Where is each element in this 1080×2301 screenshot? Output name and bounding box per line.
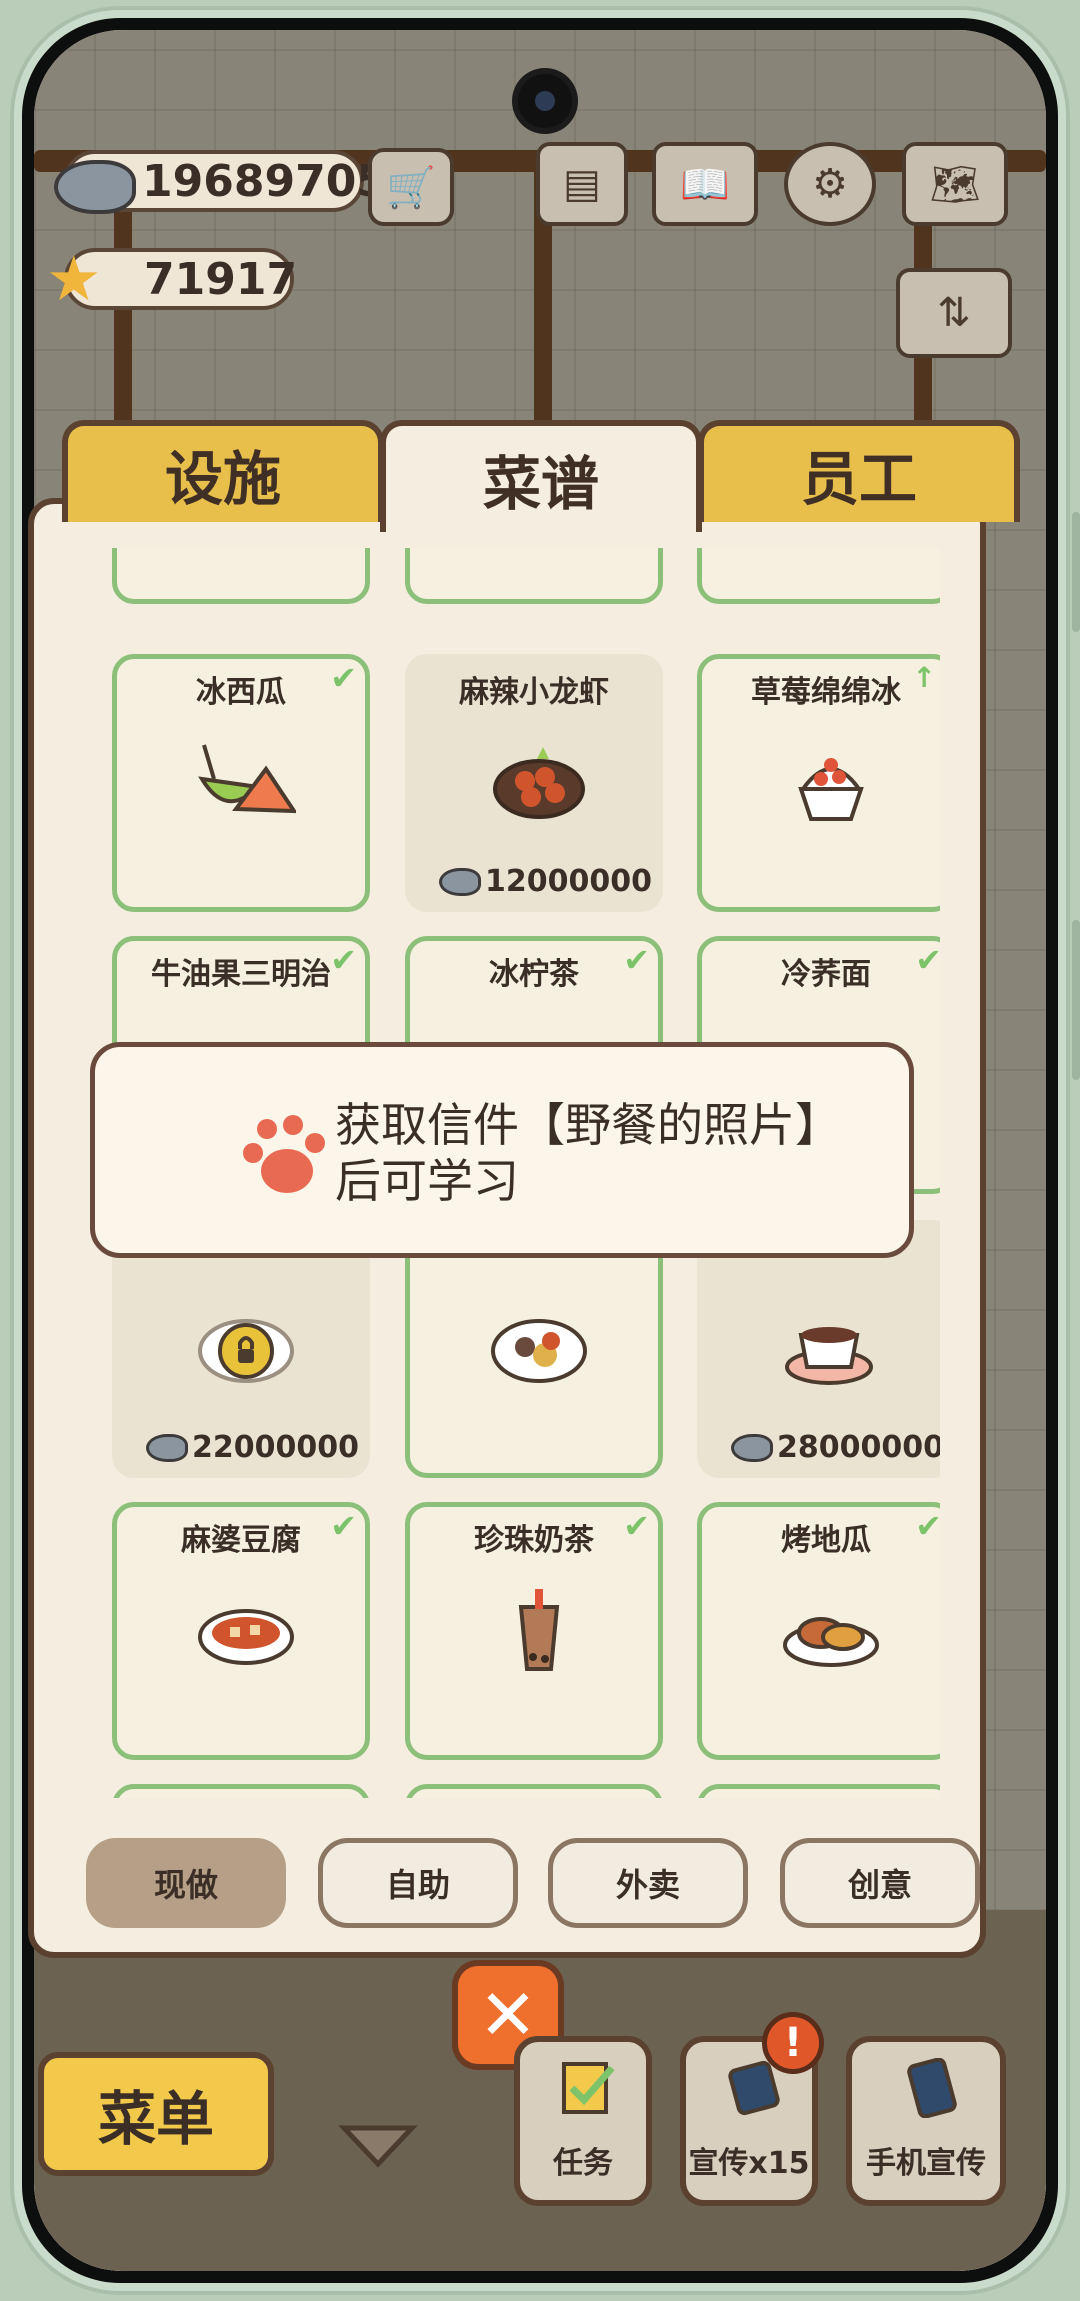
category-self-service[interactable]: 自助 [318, 1838, 518, 1928]
checklist-icon [562, 2062, 615, 2114]
recipe-name: 麻婆豆腐 [181, 1523, 301, 1558]
recipe-card-ice-watermelon[interactable]: 冰西瓜 ✔ [112, 654, 370, 912]
recipe-card-crayfish[interactable]: 麻辣小龙虾 12000000 [405, 654, 663, 912]
category-takeout[interactable]: 外卖 [548, 1838, 748, 1928]
recipe-name: 冰西瓜 [196, 675, 286, 710]
recipe-card-strawberry-ice[interactable]: 草莓绵绵冰 ↑ [697, 654, 940, 912]
recipe-name: 麻辣小龙虾 [459, 675, 609, 710]
side-button [1072, 512, 1080, 632]
recipe-card[interactable] [405, 1784, 663, 1798]
learned-check-icon: ✔ [330, 659, 357, 697]
recipe-name: 烤地瓜 [781, 1523, 871, 1558]
phone-icon [907, 2058, 957, 2118]
menu-button[interactable]: 菜单 [38, 2052, 274, 2176]
fish-icon [439, 867, 481, 896]
recipe-price: 22000000 [146, 1430, 359, 1465]
front-camera [518, 74, 572, 128]
fish-icon [54, 160, 136, 214]
recipe-card[interactable] [697, 1784, 940, 1798]
shop-cart-icon[interactable]: 🛒 [368, 148, 454, 226]
recipe-card[interactable] [697, 548, 940, 604]
learned-check-icon: ✔ [915, 1507, 940, 1545]
bubble-tea-icon [518, 1589, 560, 1671]
recipe-card-locked[interactable]: 22000000 [112, 1220, 370, 1478]
recipe-card[interactable] [112, 1784, 370, 1798]
fish-icon [146, 1433, 188, 1462]
plate-dish-icon [491, 1319, 587, 1383]
newspaper-icon[interactable]: ▤ [536, 142, 628, 226]
gear-icon[interactable]: ⚙ [784, 142, 876, 226]
fish-currency-value: 19689705 [142, 155, 387, 207]
alert-badge: ! [762, 2012, 824, 2074]
upgrade-arrow-icon: ↑ [912, 661, 936, 694]
recipe-name: 冷荞面 [781, 957, 871, 992]
mapo-tofu-icon [198, 1609, 294, 1665]
recipe-card[interactable] [405, 1220, 663, 1478]
recipe-name: 冰柠茶 [489, 957, 579, 992]
star-icon: ★ [46, 242, 102, 315]
chevron-down-icon[interactable] [338, 2120, 418, 2170]
learned-check-icon: ✔ [330, 1507, 357, 1545]
recipe-name: 牛油果三明治 [151, 957, 331, 992]
learned-check-icon: ✔ [915, 941, 940, 979]
fish-icon [731, 1433, 773, 1462]
strawberry-ice-icon [798, 758, 864, 821]
learned-check-icon: ✔ [623, 941, 650, 979]
side-button [1072, 920, 1080, 1080]
paw-icon [243, 1115, 325, 1193]
crayfish-pot-icon [493, 747, 585, 819]
sweet-potato-icon [783, 1617, 879, 1667]
recipe-card-roasted-sweet-potato[interactable]: 烤地瓜 ✔ [697, 1502, 940, 1760]
phone-promotion-button[interactable]: 手机宣传 [846, 2036, 1006, 2206]
unlock-hint-toast: 获取信件【野餐的照片】 后可学习 [90, 1042, 914, 1258]
toast-message: 获取信件【野餐的照片】 后可学习 [335, 1098, 841, 1208]
coffee-cup-icon [785, 1327, 873, 1385]
tab-facilities[interactable]: 设施 [62, 420, 384, 522]
tab-recipes[interactable]: 菜谱 [380, 420, 702, 532]
category-made-to-order[interactable]: 现做 [86, 1838, 286, 1928]
recipe-card[interactable] [405, 548, 663, 604]
recipe-card[interactable] [112, 548, 370, 604]
recipe-name: 珍珠奶茶 [474, 1523, 594, 1558]
recipe-price: 12000000 [439, 864, 652, 899]
learned-check-icon: ✔ [330, 941, 357, 979]
recipe-card-mapo-tofu[interactable]: 麻婆豆腐 ✔ [112, 1502, 370, 1760]
star-currency-value: 71917 [144, 253, 298, 305]
tasks-button[interactable]: 任务 [514, 2036, 652, 2206]
recipe-name: 草莓绵绵冰 [751, 675, 901, 710]
recipe-book-icon[interactable]: 📖 [652, 142, 758, 226]
tab-staff[interactable]: 员工 [698, 420, 1020, 522]
watermelon-icon [198, 744, 296, 814]
recipe-card[interactable]: 28000000 [697, 1220, 940, 1478]
recipe-price: 28000000 [731, 1430, 940, 1465]
map-icon[interactable]: 🗺 [902, 142, 1008, 226]
learned-check-icon: ✔ [623, 1507, 650, 1545]
layout-toggle-icon[interactable]: ⇅ [896, 268, 1012, 358]
category-creative[interactable]: 创意 [780, 1838, 980, 1928]
recipe-card-bubble-tea[interactable]: 珍珠奶茶 ✔ [405, 1502, 663, 1760]
lock-icon [198, 1319, 294, 1383]
